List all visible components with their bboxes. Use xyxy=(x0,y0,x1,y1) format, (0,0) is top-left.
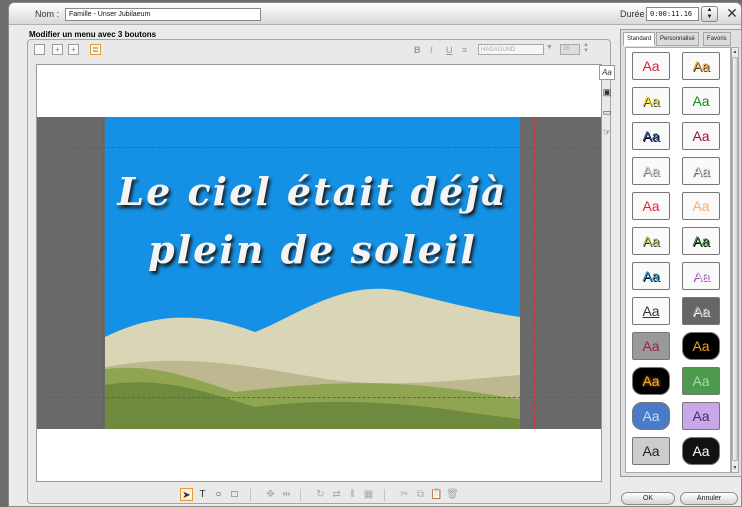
frame-icon[interactable]: ▭ xyxy=(599,105,615,120)
tab-personnalise[interactable]: Personnalisé xyxy=(656,32,699,46)
style-swatch[interactable]: Aa xyxy=(632,332,670,360)
underline-button[interactable]: U xyxy=(446,45,453,55)
style-swatch[interactable]: Aa xyxy=(632,297,670,325)
close-button[interactable]: ✕ xyxy=(723,4,741,22)
page-icon[interactable] xyxy=(34,44,45,55)
name-label: Nom : xyxy=(35,9,60,19)
safe-area-guide-right xyxy=(534,117,535,429)
ellipse-tool-icon[interactable]: ○ xyxy=(212,488,225,501)
font-dropdown-icon[interactable]: ▼ xyxy=(546,44,553,51)
safe-area-guide-left xyxy=(103,117,104,429)
style-swatch[interactable]: Aa xyxy=(682,297,720,325)
style-swatch[interactable]: Aa xyxy=(632,87,670,115)
style-swatch[interactable]: Aa xyxy=(632,192,670,220)
flip-icon[interactable]: ⇄ xyxy=(330,488,343,501)
style-swatch[interactable]: Aa xyxy=(632,262,670,290)
style-swatch[interactable]: Aa xyxy=(682,87,720,115)
style-swatch[interactable]: Aa xyxy=(632,402,670,430)
style-swatch[interactable]: Aa xyxy=(682,437,720,465)
style-swatch[interactable]: Aa xyxy=(682,52,720,80)
tab-standard[interactable]: Standard xyxy=(623,32,656,46)
text-style-icon[interactable]: Aa xyxy=(599,65,615,80)
text-tool-icon[interactable]: T xyxy=(196,488,209,501)
cancel-button[interactable]: Annuler xyxy=(680,492,738,505)
style-swatch[interactable]: Aa xyxy=(632,227,670,255)
editor-title: Modifier un menu avec 3 boutons xyxy=(29,30,157,39)
copy-icon[interactable]: ⧉ xyxy=(414,488,427,501)
styles-scrollbar[interactable]: ▲ ▼ xyxy=(731,47,739,473)
grid-icon[interactable]: ▦ xyxy=(362,488,375,501)
style-swatch[interactable]: Aa xyxy=(682,262,720,290)
move-icon[interactable]: ✥ xyxy=(264,488,277,501)
style-swatch[interactable]: Aa xyxy=(682,122,720,150)
select-tool-icon[interactable]: ➤ xyxy=(180,488,193,501)
spin-up-icon[interactable]: ▲ xyxy=(702,7,717,14)
menu-text-line-1[interactable]: Le ciel était déjà xyxy=(105,169,520,214)
bold-button[interactable]: B xyxy=(414,45,421,55)
safe-area-guide-bottom xyxy=(37,397,601,398)
style-swatch[interactable]: Aa xyxy=(632,367,670,395)
distribute-icon[interactable]: ⇹ xyxy=(280,488,293,501)
delete-icon[interactable]: 🗑 xyxy=(446,488,459,501)
scroll-down-icon[interactable]: ▼ xyxy=(732,464,738,472)
canvas-frame: Le ciel était déjà plein de soleil xyxy=(36,64,602,482)
styles-panel: Standard Personnalisé Favoris Aa Aa Aa Aa Aa… xyxy=(620,29,742,477)
toolbar-separator xyxy=(250,489,251,501)
style-swatch[interactable]: Aa xyxy=(632,122,670,150)
style-swatch[interactable]: Aa xyxy=(632,52,670,80)
background-image: Le ciel était déjà plein de soleil xyxy=(105,117,520,429)
rotate-icon[interactable]: ↻ xyxy=(314,488,327,501)
menu-editor-window: Nom : Famille - Unser Jubilaeum Durée : … xyxy=(8,2,742,507)
style-swatch[interactable]: Aa xyxy=(682,192,720,220)
toolbar-separator xyxy=(300,489,301,501)
menu-list-icon[interactable]: ≣ xyxy=(90,44,101,55)
rectangle-tool-icon[interactable]: □ xyxy=(228,488,241,501)
scroll-up-icon[interactable]: ▲ xyxy=(732,48,738,56)
safe-area-guide-top xyxy=(37,147,601,148)
font-size-spinner-icon[interactable]: ▲ ▼ xyxy=(583,42,589,54)
duration-spinner[interactable]: ▲ ▼ xyxy=(701,6,718,22)
font-size-input[interactable]: 36 xyxy=(560,44,580,55)
add-button-icon[interactable]: + xyxy=(52,44,63,55)
menu-text-line-2[interactable]: plein de soleil xyxy=(105,227,520,272)
button-link-icon[interactable]: ☞ xyxy=(599,125,615,140)
ok-button[interactable]: OK xyxy=(621,492,675,505)
style-swatch[interactable]: Aa xyxy=(682,227,720,255)
paste-icon[interactable]: 📋 xyxy=(430,488,443,501)
cut-icon[interactable]: ✂ xyxy=(398,488,411,501)
style-swatch[interactable]: Aa xyxy=(682,157,720,185)
style-swatch[interactable]: Aa xyxy=(682,367,720,395)
scroll-thumb[interactable] xyxy=(732,57,738,461)
hills-graphic xyxy=(105,288,520,429)
toolbar-separator xyxy=(384,489,385,501)
style-swatch[interactable]: Aa xyxy=(682,332,720,360)
style-swatch[interactable]: Aa xyxy=(632,437,670,465)
italic-button[interactable]: I xyxy=(430,45,433,55)
title-bar: Nom : Famille - Unser Jubilaeum Durée : … xyxy=(9,3,741,25)
duration-input[interactable]: 0:00:11.16 xyxy=(646,7,699,21)
add-plus-icon[interactable]: + xyxy=(68,44,79,55)
image-icon[interactable]: ▣ xyxy=(599,85,615,100)
style-swatch-list: Aa Aa Aa Aa Aa Aa Aa Aa Aa Aa Aa Aa Aa Aa Aa Aa Aa Aa Aa Aa… xyxy=(625,47,731,473)
spin-down-icon[interactable]: ▼ xyxy=(702,14,717,21)
style-swatch[interactable]: Aa xyxy=(682,402,720,430)
name-input[interactable]: Famille - Unser Jubilaeum xyxy=(65,8,261,21)
menu-canvas[interactable]: Le ciel était déjà plein de soleil xyxy=(37,117,601,429)
align-button[interactable]: ≡ xyxy=(462,45,467,55)
style-swatch[interactable]: Aa xyxy=(632,157,670,185)
tab-favoris[interactable]: Favoris xyxy=(703,32,731,46)
align-icon[interactable]: ⫴ xyxy=(346,488,359,501)
font-select[interactable]: HADAGUND xyxy=(478,44,544,55)
menu-editor-panel: + + ≣ B I U ≡ HADAGUND ▼ 36 ▲ ▼ Le ciel é… xyxy=(27,39,611,504)
